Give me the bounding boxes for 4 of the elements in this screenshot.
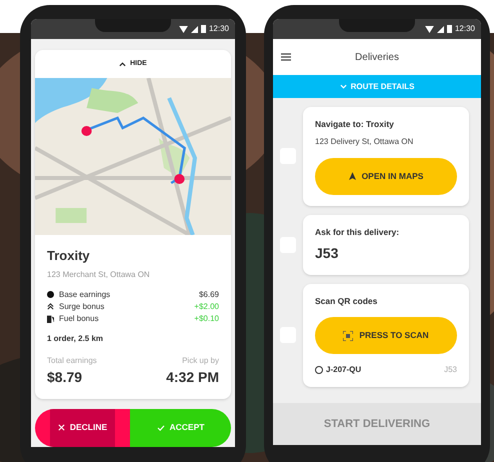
battery-icon <box>200 25 206 33</box>
battery-icon <box>446 25 452 33</box>
status-time: 12:30 <box>454 23 475 35</box>
status-time: 12:30 <box>208 23 229 35</box>
